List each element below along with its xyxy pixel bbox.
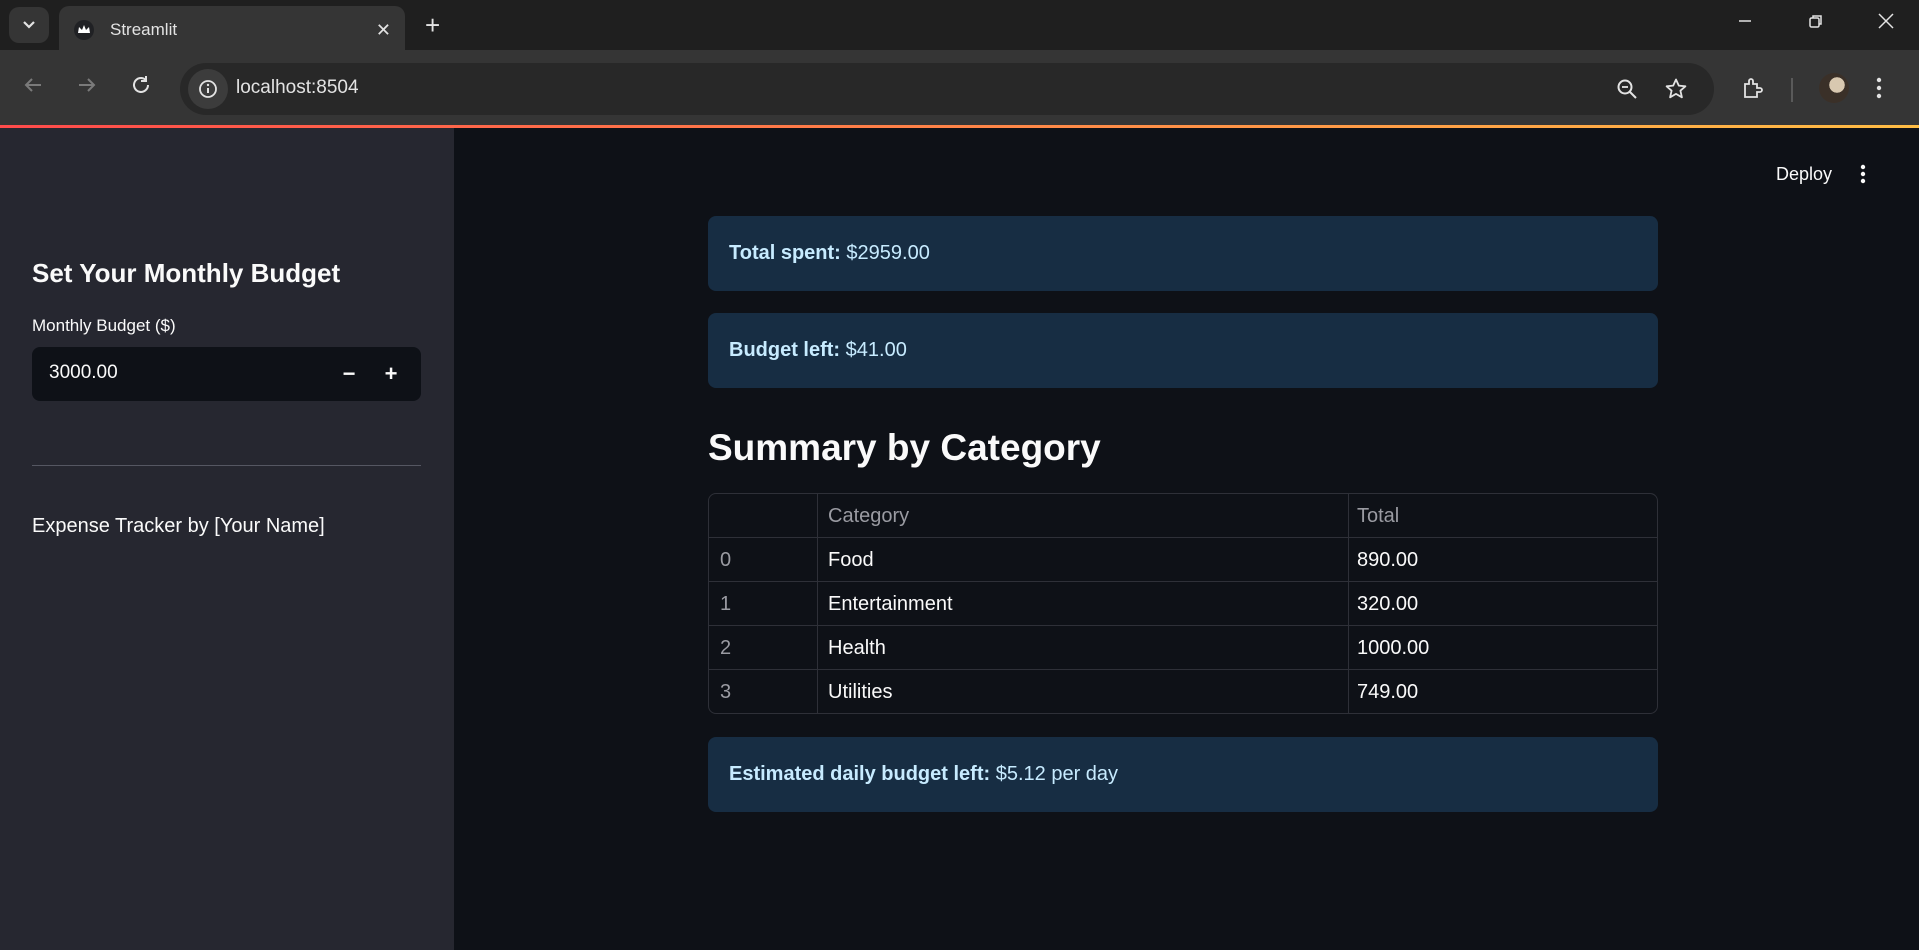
decrement-button[interactable]: − bbox=[331, 357, 367, 391]
increment-button[interactable]: + bbox=[373, 357, 409, 391]
column-header-index[interactable] bbox=[709, 494, 818, 538]
budget-left-label: Budget left: bbox=[729, 339, 841, 361]
summary-heading: Summary by Category bbox=[708, 427, 1101, 468]
budget-left-value: $41.00 bbox=[845, 339, 907, 361]
budget-input-label: Monthly Budget ($) bbox=[32, 316, 176, 335]
table-header: Category Total bbox=[709, 494, 1657, 538]
sidebar-footer-text: Expense Tracker by [Your Name] bbox=[32, 515, 325, 537]
restore-icon[interactable] bbox=[1808, 12, 1824, 35]
forward-icon[interactable] bbox=[76, 74, 98, 101]
address-bar[interactable]: localhost:8504 bbox=[180, 63, 1714, 115]
sidebar-divider bbox=[32, 465, 421, 466]
tab-title: Streamlit bbox=[110, 20, 178, 39]
total-cell[interactable]: 320.00 bbox=[1349, 582, 1657, 626]
chevron-down-icon bbox=[23, 21, 35, 29]
close-window-icon[interactable] bbox=[1877, 12, 1895, 36]
streamlit-crown-icon bbox=[74, 20, 94, 40]
site-info-icon[interactable] bbox=[188, 69, 228, 109]
row-index: 0 bbox=[709, 538, 818, 582]
total-spent-label: Total spent: bbox=[729, 242, 841, 264]
row-index: 2 bbox=[709, 626, 818, 670]
category-cell[interactable]: Utilities bbox=[818, 670, 1349, 713]
bookmark-star-icon[interactable] bbox=[1664, 77, 1688, 106]
budget-left-info: Budget left: $41.00 bbox=[708, 313, 1658, 388]
total-spent-value: $2959.00 bbox=[846, 242, 930, 264]
deploy-button[interactable]: Deploy bbox=[1776, 164, 1832, 185]
profile-avatar[interactable] bbox=[1819, 73, 1849, 103]
daily-budget-value: $5.12 per day bbox=[995, 763, 1119, 785]
close-tab-icon[interactable]: ✕ bbox=[376, 20, 391, 40]
reload-icon[interactable] bbox=[130, 74, 152, 101]
table-row[interactable]: 2 Health 1000.00 bbox=[709, 626, 1657, 670]
row-index: 3 bbox=[709, 670, 818, 713]
tab-search-button[interactable] bbox=[9, 7, 49, 43]
row-index: 1 bbox=[709, 582, 818, 626]
browser-tab[interactable]: Streamlit ✕ bbox=[59, 6, 405, 54]
total-cell[interactable]: 890.00 bbox=[1349, 538, 1657, 582]
sidebar-title: Set Your Monthly Budget bbox=[32, 258, 341, 288]
table-row[interactable]: 0 Food 890.00 bbox=[709, 538, 1657, 582]
sidebar: Set Your Monthly Budget Monthly Budget (… bbox=[0, 128, 454, 950]
toolbar-divider bbox=[1791, 78, 1793, 102]
total-cell[interactable]: 1000.00 bbox=[1349, 626, 1657, 670]
category-cell[interactable]: Food bbox=[818, 538, 1349, 582]
browser-tab-bar: Streamlit ✕ + bbox=[0, 0, 1919, 54]
browser-toolbar: localhost:8504 bbox=[0, 50, 1919, 125]
summary-table[interactable]: Category Total 0 Food 890.00 1 Entertain… bbox=[708, 493, 1658, 714]
table-row[interactable]: 1 Entertainment 320.00 bbox=[709, 582, 1657, 626]
column-header-category[interactable]: Category bbox=[818, 494, 1349, 538]
minimize-icon[interactable] bbox=[1737, 12, 1753, 35]
extensions-icon[interactable] bbox=[1741, 76, 1765, 105]
table-row[interactable]: 3 Utilities 749.00 bbox=[709, 670, 1657, 713]
total-spent-info: Total spent: $2959.00 bbox=[708, 216, 1658, 291]
browser-menu-icon[interactable] bbox=[1876, 76, 1882, 105]
zoom-icon[interactable] bbox=[1615, 77, 1639, 106]
daily-budget-label: Estimated daily budget left: bbox=[729, 763, 991, 785]
budget-value[interactable]: 3000.00 bbox=[49, 362, 118, 384]
column-header-total[interactable]: Total bbox=[1349, 494, 1657, 538]
total-cell[interactable]: 749.00 bbox=[1349, 670, 1657, 713]
category-cell[interactable]: Health bbox=[818, 626, 1349, 670]
main-menu-icon[interactable] bbox=[1860, 163, 1866, 190]
new-tab-button[interactable]: + bbox=[425, 12, 440, 38]
daily-budget-info: Estimated daily budget left: $5.12 per d… bbox=[708, 737, 1658, 812]
category-cell[interactable]: Entertainment bbox=[818, 582, 1349, 626]
back-icon[interactable] bbox=[22, 74, 44, 101]
url-text: localhost:8504 bbox=[236, 77, 359, 98]
monthly-budget-input[interactable]: 3000.00 − + bbox=[32, 347, 421, 401]
